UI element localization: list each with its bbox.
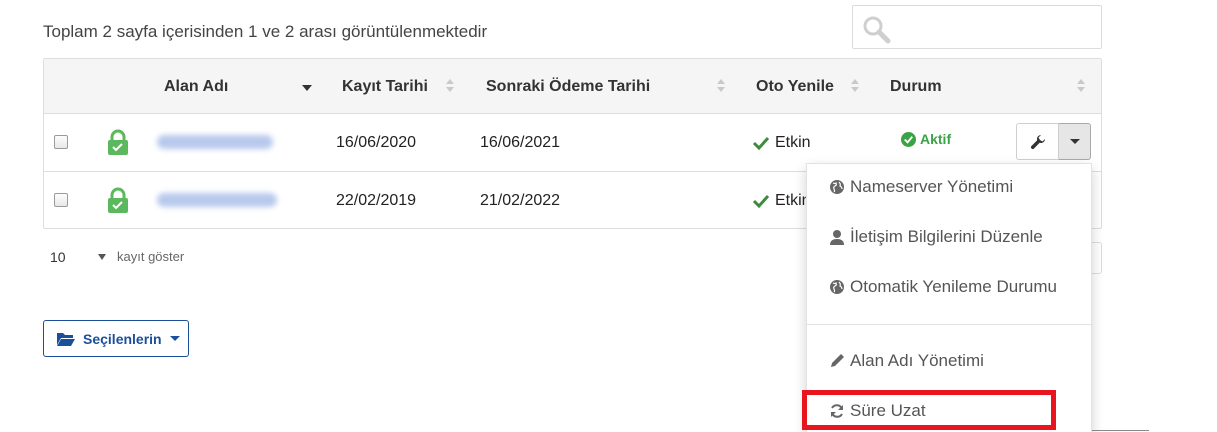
next-payment-cell: 16/06/2021 <box>480 134 561 151</box>
pencil-icon <box>831 354 844 367</box>
perpage-label: kayıt göster <box>117 249 185 264</box>
sort-desc-icon[interactable] <box>302 85 312 91</box>
ssl-lock-icon <box>108 129 128 155</box>
sort-icon[interactable] <box>445 79 455 95</box>
sort-icon[interactable] <box>716 79 726 95</box>
caret-down-icon <box>1069 139 1080 144</box>
row-checkbox[interactable] <box>54 135 68 149</box>
domain-link[interactable] <box>157 135 273 149</box>
status-label: Aktif <box>920 131 952 147</box>
table-summary: Toplam 2 sayfa içerisinden 1 ve 2 arası … <box>43 22 488 41</box>
menu-item-label: Nameserver Yönetimi <box>850 177 1014 196</box>
globe-icon <box>830 180 844 194</box>
header-auto-renew[interactable]: Oto Yenile <box>756 59 834 114</box>
sort-icon[interactable] <box>1076 79 1086 95</box>
check-icon <box>752 194 770 208</box>
header-status[interactable]: Durum <box>890 59 942 114</box>
wrench-icon <box>1030 134 1045 149</box>
check-circle-icon <box>901 131 916 147</box>
selected-actions-label: Seçilenlerin <box>83 330 162 347</box>
globe-icon <box>830 280 844 294</box>
header-reg-date[interactable]: Kayıt Tarihi <box>342 59 428 114</box>
actions-dropdown-toggle[interactable] <box>1059 123 1091 160</box>
search-input[interactable] <box>899 12 1094 42</box>
check-icon <box>752 136 770 150</box>
menu-item-auto-renew[interactable]: Otomatik Yenileme Durumu <box>829 277 1057 297</box>
reg-date-cell: 16/06/2020 <box>336 134 417 151</box>
row-actions <box>1016 123 1091 160</box>
perpage-select[interactable]: 10 <box>50 249 66 265</box>
menu-item-domain-management[interactable]: Alan Adı Yönetimi <box>829 351 984 371</box>
user-icon <box>830 230 844 245</box>
caret-down-icon[interactable] <box>98 254 106 260</box>
menu-item-contact-info[interactable]: İletişim Bilgilerini Düzenle <box>829 227 1043 247</box>
status-badge: Aktif <box>901 131 951 147</box>
menu-item-label: İletişim Bilgilerini Düzenle <box>850 227 1043 246</box>
ssl-lock-icon <box>108 187 128 213</box>
search-icon <box>863 16 891 44</box>
search-box[interactable] <box>852 5 1102 49</box>
folder-open-icon <box>57 332 75 346</box>
caret-down-icon <box>169 336 180 341</box>
next-payment-cell: 21/02/2022 <box>480 192 561 209</box>
divider <box>1092 430 1149 431</box>
highlight-annotation <box>802 390 1056 430</box>
manage-button[interactable] <box>1016 123 1059 160</box>
reg-date-cell: 22/02/2019 <box>336 192 417 209</box>
selected-actions-button[interactable]: Seçilenlerin <box>43 320 189 357</box>
menu-item-label: Otomatik Yenileme Durumu <box>850 277 1057 296</box>
header-next-payment[interactable]: Sonraki Ödeme Tarihi <box>486 59 650 114</box>
menu-divider <box>807 324 1091 325</box>
row-checkbox[interactable] <box>54 193 68 207</box>
menu-item-label: Alan Adı Yönetimi <box>850 351 984 370</box>
domain-link[interactable] <box>157 193 277 207</box>
table-header: Alan Adı Kayıt Tarihi Sonraki Ödeme Tari… <box>44 59 1101 114</box>
sort-icon[interactable] <box>850 79 860 95</box>
header-domain[interactable]: Alan Adı <box>164 59 228 114</box>
menu-item-nameserver[interactable]: Nameserver Yönetimi <box>829 177 1013 197</box>
